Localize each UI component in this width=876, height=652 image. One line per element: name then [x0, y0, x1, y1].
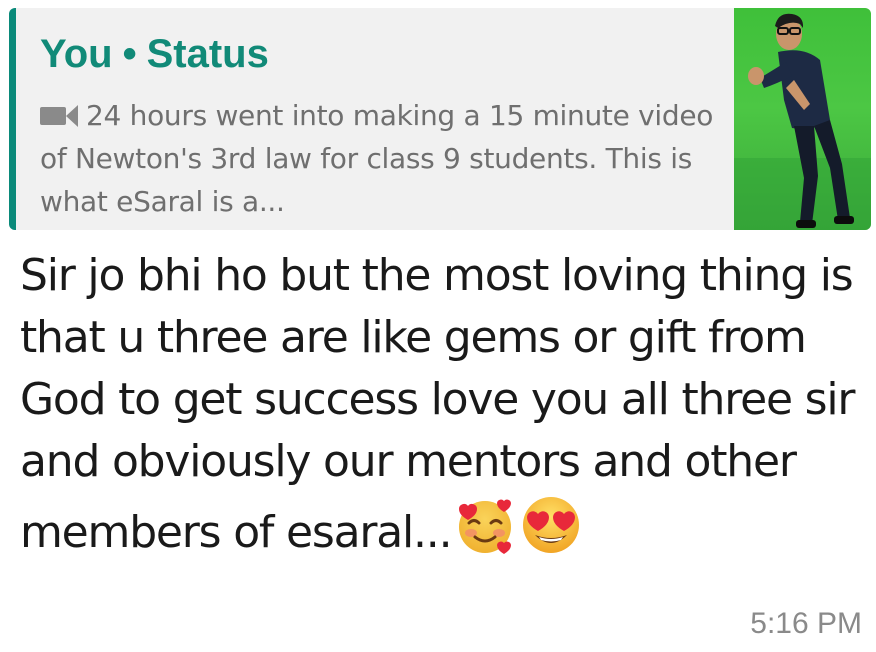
message-timestamp: 5:16 PM [750, 607, 862, 640]
message-text: Sir jo bhi ho but the most loving thing … [20, 250, 856, 558]
quote-accent-bar [9, 8, 16, 230]
quote-author: You [40, 32, 113, 76]
status-video-thumbnail[interactable] [734, 8, 871, 230]
video-camera-icon [40, 105, 80, 127]
heart-eyes-icon [519, 493, 583, 557]
quote-preview-text: 24 hours went into making a 15 minute vi… [40, 99, 714, 218]
quote-header: You • Status [40, 30, 269, 78]
quoted-status-card[interactable]: You • Status 24 hours went into making a 1… [9, 8, 871, 230]
quote-separator: • [122, 32, 137, 76]
smiling-face-with-hearts-icon [453, 493, 517, 557]
message-body: Sir jo bhi ho but the most loving thing … [20, 245, 860, 564]
person-figure-image [734, 13, 871, 230]
quote-preview: 24 hours went into making a 15 minute vi… [40, 94, 720, 223]
quote-label: Status [146, 32, 269, 76]
